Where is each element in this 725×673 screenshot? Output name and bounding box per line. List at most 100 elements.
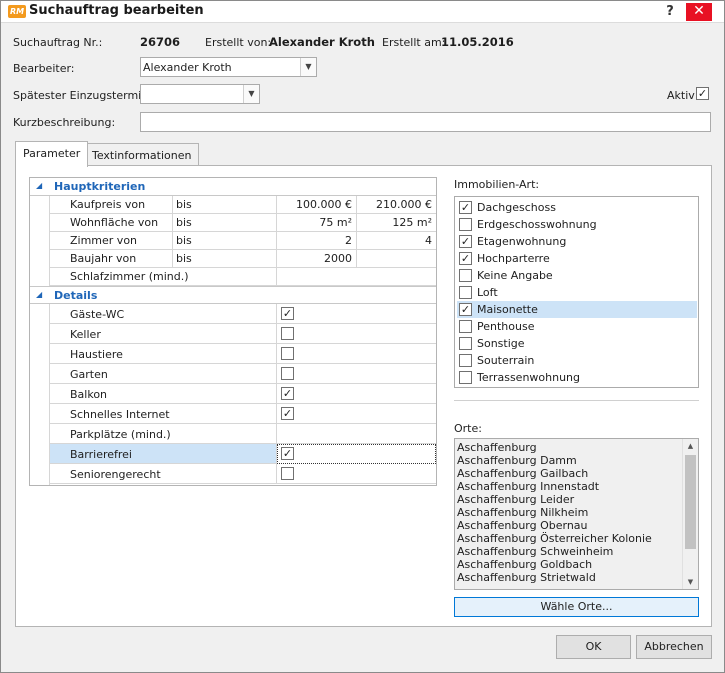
- item-checkbox[interactable]: ✓: [459, 201, 472, 214]
- list-item[interactable]: Penthouse: [457, 318, 697, 335]
- row-from[interactable]: 2: [277, 232, 357, 250]
- row-name: Wohnfläche von: [50, 214, 173, 232]
- item-checkbox[interactable]: ✓: [459, 235, 472, 248]
- item-checkbox[interactable]: [459, 354, 472, 367]
- ok-button[interactable]: OK: [556, 635, 631, 659]
- einzug-date-picker[interactable]: ▼: [140, 84, 260, 104]
- scrollbar[interactable]: ▲ ▼: [682, 439, 698, 589]
- list-item[interactable]: Aschaffenburg Strietwald: [457, 571, 596, 584]
- list-item[interactable]: Aschaffenburg Obernau: [457, 519, 588, 532]
- scroll-thumb[interactable]: [685, 455, 696, 549]
- row-to[interactable]: 125 m²: [357, 214, 436, 232]
- detail-row: Parkplätze (mind.): [50, 424, 436, 444]
- detail-value: [277, 364, 436, 384]
- detail-checkbox[interactable]: [281, 327, 294, 340]
- row-name: Zimmer von: [50, 232, 173, 250]
- list-item[interactable]: Aschaffenburg Damm: [457, 454, 577, 467]
- row-to[interactable]: 210.000 €: [357, 196, 436, 214]
- row-value[interactable]: [277, 268, 436, 286]
- list-item[interactable]: Sonstige: [457, 335, 697, 352]
- detail-checkbox[interactable]: [281, 467, 294, 480]
- list-item[interactable]: Aschaffenburg: [457, 441, 537, 454]
- item-checkbox[interactable]: [459, 269, 472, 282]
- detail-value[interactable]: [277, 424, 436, 444]
- grid-row: Baujahr von bis 2000: [30, 250, 436, 268]
- list-item[interactable]: Aschaffenburg Goldbach: [457, 558, 592, 571]
- detail-name: Schnelles Internet: [50, 404, 277, 424]
- item-checkbox[interactable]: ✓: [459, 303, 472, 316]
- item-checkbox[interactable]: [459, 337, 472, 350]
- aktiv-checkbox[interactable]: ✓: [696, 87, 709, 100]
- grid-row: Zimmer von bis 2 4: [30, 232, 436, 250]
- row-to[interactable]: 4: [357, 232, 436, 250]
- detail-row: Haustiere: [50, 344, 436, 364]
- detail-checkbox[interactable]: ✓: [281, 447, 294, 460]
- help-button[interactable]: ?: [661, 3, 679, 21]
- list-item[interactable]: ✓ Etagenwohnung: [457, 233, 697, 250]
- item-label: Loft: [477, 286, 498, 299]
- row-op: bis: [173, 196, 277, 214]
- grid-row: Schlafzimmer (mind.): [30, 268, 436, 286]
- dialog-window: RM Suchauftrag bearbeiten ? ✕ Suchauftra…: [0, 0, 725, 673]
- detail-checkbox[interactable]: ✓: [281, 407, 294, 420]
- list-item[interactable]: ✓ Dachgeschoss: [457, 199, 697, 216]
- item-checkbox[interactable]: [459, 371, 472, 384]
- item-checkbox[interactable]: [459, 320, 472, 333]
- detail-checkbox[interactable]: ✓: [281, 387, 294, 400]
- row-from[interactable]: 75 m²: [277, 214, 357, 232]
- chevron-down-icon[interactable]: ▼: [300, 58, 316, 76]
- row-to[interactable]: [357, 250, 436, 268]
- scroll-down-icon[interactable]: ▼: [683, 575, 698, 589]
- detail-name: Seniorengerecht: [50, 464, 277, 484]
- app-logo-icon: RM: [8, 5, 26, 18]
- list-item[interactable]: Aschaffenburg Schweinheim: [457, 545, 613, 558]
- separator: [454, 400, 699, 401]
- list-item[interactable]: Aschaffenburg Gailbach: [457, 467, 588, 480]
- item-label: Sonstige: [477, 337, 525, 350]
- detail-checkbox[interactable]: [281, 367, 294, 380]
- item-label: Souterrain: [477, 354, 535, 367]
- list-item-selected[interactable]: ✓ Maisonette: [457, 301, 697, 318]
- scroll-up-icon[interactable]: ▲: [683, 439, 698, 453]
- tab-textinformationen[interactable]: Textinformationen: [84, 143, 200, 167]
- collapse-icon[interactable]: ◢: [36, 290, 42, 299]
- kurzbeschreibung-input[interactable]: [140, 112, 711, 132]
- list-item[interactable]: Loft: [457, 284, 697, 301]
- detail-checkbox[interactable]: ✓: [281, 307, 294, 320]
- list-item[interactable]: Aschaffenburg Nilkheim: [457, 506, 588, 519]
- list-item[interactable]: ✓ Hochparterre: [457, 250, 697, 267]
- grid-gutter: [30, 304, 50, 485]
- item-label: Hochparterre: [477, 252, 550, 265]
- item-label: Penthouse: [477, 320, 535, 333]
- item-checkbox[interactable]: ✓: [459, 252, 472, 265]
- bearbeiter-combo[interactable]: Alexander Kroth ▼: [140, 57, 317, 77]
- list-item[interactable]: Souterrain: [457, 352, 697, 369]
- section-hauptkriterien[interactable]: ◢ Hauptkriterien: [30, 178, 436, 196]
- section-title: Hauptkriterien: [54, 180, 146, 193]
- list-item[interactable]: Aschaffenburg Innenstadt: [457, 480, 599, 493]
- list-item[interactable]: Aschaffenburg Leider: [457, 493, 574, 506]
- section-details[interactable]: ◢ Details: [30, 286, 436, 304]
- item-checkbox[interactable]: [459, 286, 472, 299]
- orte-list[interactable]: Aschaffenburg Aschaffenburg Damm Aschaff…: [454, 438, 699, 590]
- choose-orte-button[interactable]: Wähle Orte...: [454, 597, 699, 617]
- tab-parameter[interactable]: Parameter: [15, 141, 89, 167]
- close-button[interactable]: ✕: [686, 3, 712, 21]
- list-item[interactable]: Aschaffenburg Österreicher Kolonie: [457, 532, 652, 545]
- list-item[interactable]: Terrassenwohnung: [457, 369, 697, 386]
- row-from[interactable]: 100.000 €: [277, 196, 357, 214]
- collapse-icon[interactable]: ◢: [36, 181, 42, 190]
- list-item[interactable]: Keine Angabe: [457, 267, 697, 284]
- row-op: bis: [173, 232, 277, 250]
- immobilien-list: ✓ Dachgeschoss Erdgeschosswohnung ✓ Etagen…: [454, 196, 699, 388]
- chevron-down-icon[interactable]: ▼: [243, 85, 259, 103]
- detail-row: Keller: [50, 324, 436, 344]
- created-on-label: Erstellt am:: [382, 36, 446, 49]
- row-from[interactable]: 2000: [277, 250, 357, 268]
- item-checkbox[interactable]: [459, 218, 472, 231]
- detail-checkbox[interactable]: [281, 347, 294, 360]
- list-item[interactable]: Erdgeschosswohnung: [457, 216, 697, 233]
- detail-value: ✓: [277, 304, 436, 324]
- cancel-button[interactable]: Abbrechen: [636, 635, 712, 659]
- created-by-label: Erstellt von:: [205, 36, 272, 49]
